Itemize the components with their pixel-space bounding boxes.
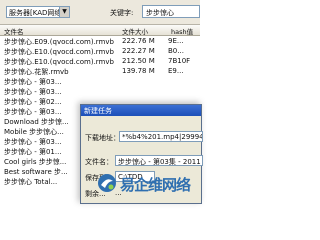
column-header-hash[interactable]: hash值 [171,26,193,36]
column-header-size[interactable]: 文件大小 [122,26,148,36]
column-header-name[interactable]: 文件名 [4,26,24,36]
list-item[interactable]: 步步惊心.花絮.rmvb 139.78 M E9... [0,66,200,76]
keyword-input-value: 步步惊心 [146,9,174,17]
server-select[interactable]: 服务器[KAD网络 ▼ [6,6,70,18]
item-hash: E9... [168,67,184,75]
keyword-input[interactable]: 步步惊心 [142,5,200,18]
watermark: 易企维网络 [96,172,200,194]
filename-field[interactable]: 步步惊心 - 第03集 - 2011 - 电视剧 - 优酷 [115,155,203,166]
item-size: 222.27 M [122,47,155,55]
dialog-title: 新建任务 [84,107,112,115]
url-label: 下载地址： [85,134,120,142]
watermark-logo-icon [98,174,116,192]
item-hash: B0... [168,47,184,55]
list-item[interactable]: 步步惊心 - 第03... [0,86,200,96]
list-item[interactable]: 步步惊心.E10.(qvocd.com).rmvb 212.50 M 7B10F [0,56,200,66]
list-item[interactable]: 步步惊心.E10.(qvocd.com).rmvb 222.27 M B0... [0,46,200,56]
dialog-title-bar[interactable]: 新建任务 [81,105,201,116]
item-name: 步步惊心 Total... [4,178,58,186]
watermark-text: 易企维网络 [120,176,191,194]
chevron-down-icon[interactable]: ▼ [59,7,69,17]
filename-label: 文件名： [85,158,113,166]
url-field-value: *%b4%201.mp4|29994758|BCD75C4EDH%8 [122,133,202,141]
item-size: 139.78 M [122,67,155,75]
item-hash: 9E... [168,37,184,45]
item-size: 212.50 M [122,57,155,65]
keyword-label: 关键字: [110,9,134,17]
url-field[interactable]: *%b4%201.mp4|29994758|BCD75C4EDH%8 [119,131,203,142]
server-select-value: 服务器[KAD网络 [9,9,62,17]
list-header: 文件名 文件大小 hash值 [0,25,200,36]
item-size: 222.76 M [122,37,155,45]
list-item[interactable]: 步步惊心 - 第03... [0,76,200,86]
list-item[interactable]: 步步惊心.E09.(qvocd.com).rmvb 222.76 M 9E... [0,36,200,46]
search-toolbar: 服务器[KAD网络 ▼ 关键字: 步步惊心 [0,0,200,25]
item-hash: 7B10F [168,57,191,65]
filename-field-value: 步步惊心 - 第03集 - 2011 - 电视剧 - 优酷 [118,158,202,166]
